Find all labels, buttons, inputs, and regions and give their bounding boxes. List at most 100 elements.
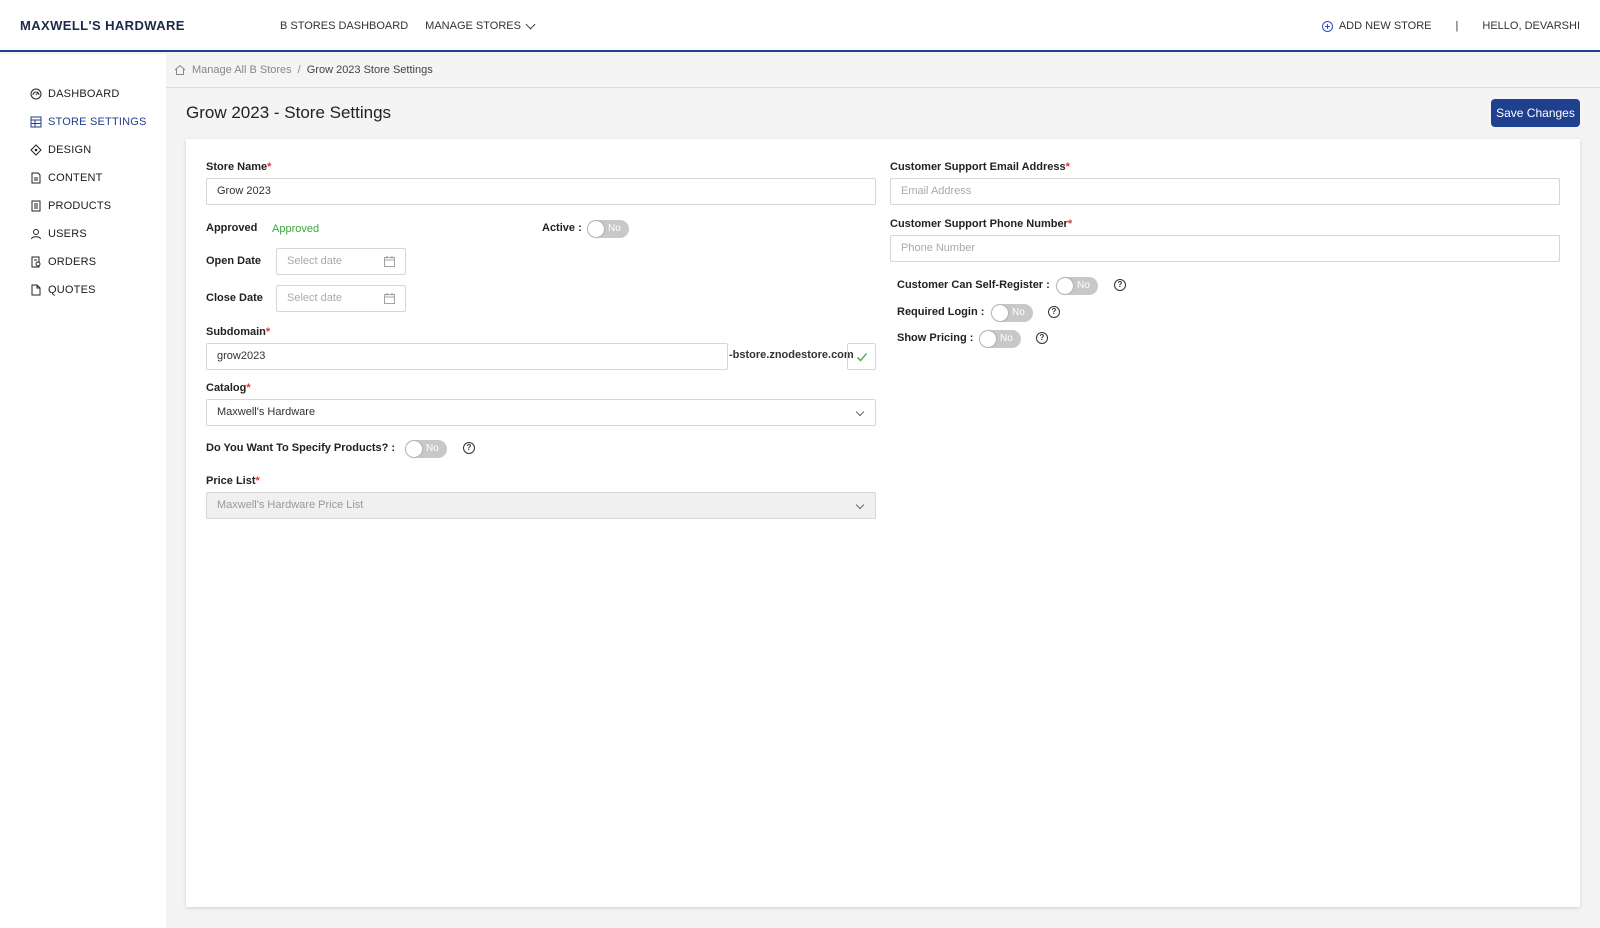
open-date-label: Open Date — [206, 255, 262, 267]
required-login-toggle[interactable]: No — [991, 304, 1033, 322]
specify-products-toggle[interactable]: No — [405, 440, 447, 458]
sidebar-item-label: DASHBOARD — [48, 88, 120, 100]
plus-circle-icon — [1321, 20, 1333, 32]
toggle-knob — [1057, 278, 1073, 294]
toggle-knob — [980, 331, 996, 347]
sidebar-item-label: QUOTES — [48, 284, 96, 296]
toggle-state: No — [608, 223, 621, 234]
toggle-knob — [992, 305, 1008, 321]
sidebar-item-content[interactable]: CONTENT — [30, 172, 103, 184]
subdomain-valid-indicator — [847, 343, 876, 370]
chevron-down-icon — [525, 19, 536, 29]
open-date-picker[interactable]: Select date — [276, 248, 406, 275]
help-icon[interactable]: ? — [1036, 332, 1048, 344]
nav-manage-stores[interactable]: MANAGE STORES — [425, 19, 536, 32]
nav-manage-stores-label: MANAGE STORES — [425, 20, 521, 32]
document-icon — [31, 172, 41, 184]
chevron-down-icon — [855, 407, 865, 417]
store-name-label: Store Name* — [206, 161, 272, 173]
breadcrumb: Manage All B Stores / Grow 2023 Store Se… — [174, 64, 433, 76]
close-date-placeholder: Select date — [287, 292, 343, 304]
diamond-icon — [30, 144, 42, 156]
sidebar-item-dashboard[interactable]: DASHBOARD — [30, 88, 119, 100]
help-icon[interactable]: ? — [463, 442, 475, 454]
toggle-state: No — [1012, 307, 1025, 318]
subdomain-input[interactable]: grow2023 — [206, 343, 728, 370]
sidebar-item-label: USERS — [48, 228, 87, 240]
subdomain-label: Subdomain* — [206, 326, 271, 338]
gauge-icon — [30, 88, 42, 100]
required-login-label: Required Login : — [897, 306, 985, 318]
subdomain-suffix: -bstore.znodestore.com — [729, 349, 854, 361]
catalog-selected-value: Maxwell's Hardware — [217, 406, 316, 418]
price-list-label: Price List* — [206, 475, 260, 487]
self-register-label: Customer Can Self-Register : — [897, 279, 1050, 291]
receipt-icon — [31, 256, 41, 268]
breadcrumb-parent[interactable]: Manage All B Stores — [192, 64, 292, 76]
sidebar-item-label: ORDERS — [48, 256, 97, 268]
close-date-label: Close Date — [206, 292, 263, 304]
sidebar-item-orders[interactable]: ORDERS — [30, 256, 96, 268]
active-toggle[interactable]: No — [587, 220, 629, 238]
breadcrumb-current: Grow 2023 Store Settings — [306, 64, 433, 76]
save-changes-button[interactable]: Save Changes — [1491, 99, 1580, 127]
list-icon — [31, 200, 41, 212]
self-register-toggle[interactable]: No — [1056, 277, 1098, 295]
catalog-label: Catalog* — [206, 382, 251, 394]
sidebar-item-design[interactable]: DESIGN — [30, 144, 91, 156]
show-pricing-toggle[interactable]: No — [979, 330, 1021, 348]
active-label: Active : — [542, 222, 582, 234]
user-greeting[interactable]: HELLO, DEVARSHI — [1482, 20, 1580, 32]
sidebar-item-label: DESIGN — [48, 144, 92, 156]
sidebar-item-label: STORE SETTINGS — [48, 116, 147, 128]
page-title: Grow 2023 - Store Settings — [186, 103, 392, 122]
sidebar-item-users[interactable]: USERS — [30, 228, 87, 240]
approved-status: Approved — [272, 223, 320, 235]
chevron-down-icon — [855, 500, 865, 510]
toggle-state: No — [426, 443, 439, 454]
support-phone-input[interactable]: Phone Number — [890, 235, 1560, 262]
sidebar-item-quotes[interactable]: QUOTES — [30, 284, 96, 296]
breadcrumb-separator: / — [297, 64, 301, 76]
show-pricing-label: Show Pricing : — [897, 332, 974, 344]
sidebar-item-label: PRODUCTS — [48, 200, 112, 212]
help-icon[interactable]: ? — [1114, 279, 1126, 291]
support-email-label: Customer Support Email Address* — [890, 161, 1070, 173]
toggle-knob — [406, 441, 422, 457]
catalog-select[interactable]: Maxwell's Hardware — [206, 399, 876, 426]
price-list-selected-value: Maxwell's Hardware Price List — [217, 499, 364, 511]
add-new-store-link[interactable]: ADD NEW STORE — [1321, 20, 1432, 32]
toggle-state: No — [1077, 280, 1090, 291]
top-right-actions: ADD NEW STORE | HELLO, DEVARSHI — [1321, 20, 1580, 32]
divider: | — [1455, 20, 1459, 32]
table-icon — [30, 116, 42, 128]
toggle-knob — [588, 221, 604, 237]
home-icon[interactable] — [174, 64, 186, 76]
help-icon[interactable]: ? — [1048, 306, 1060, 318]
user-icon — [31, 229, 41, 240]
checkmark-icon — [857, 353, 867, 362]
store-settings-form: Store Name* Grow 2023 Approved Approved … — [186, 139, 1580, 907]
breadcrumb-bar: Manage All B Stores / Grow 2023 Store Se… — [166, 54, 1600, 88]
approved-label: Approved — [206, 222, 258, 234]
sidebar-item-products[interactable]: PRODUCTS — [30, 200, 111, 212]
top-bar: MAXWELL'S HARDWARE B STORES DASHBOARD MA… — [0, 0, 1600, 52]
sidebar-item-label: CONTENT — [48, 172, 103, 184]
calendar-icon — [384, 256, 395, 267]
support-phone-label: Customer Support Phone Number* — [890, 218, 1073, 230]
sidebar: DASHBOARD STORE SETTINGS DESIGN CONTENT … — [0, 54, 166, 928]
file-icon — [31, 284, 41, 296]
open-date-placeholder: Select date — [287, 255, 343, 267]
brand-logo[interactable]: MAXWELL'S HARDWARE — [20, 18, 185, 33]
nav-b-stores-dashboard[interactable]: B STORES DASHBOARD — [280, 20, 408, 32]
store-name-input[interactable]: Grow 2023 — [206, 178, 876, 205]
calendar-icon — [384, 293, 395, 304]
close-date-picker[interactable]: Select date — [276, 285, 406, 312]
top-nav: B STORES DASHBOARD MANAGE STORES — [280, 19, 536, 32]
sidebar-item-store-settings[interactable]: STORE SETTINGS — [30, 116, 147, 128]
support-email-input[interactable]: Email Address — [890, 178, 1560, 205]
specify-products-label: Do You Want To Specify Products? : — [206, 442, 396, 454]
toggle-state: No — [1000, 333, 1013, 344]
add-new-store-label: ADD NEW STORE — [1338, 20, 1432, 32]
price-list-select: Maxwell's Hardware Price List — [206, 492, 876, 519]
